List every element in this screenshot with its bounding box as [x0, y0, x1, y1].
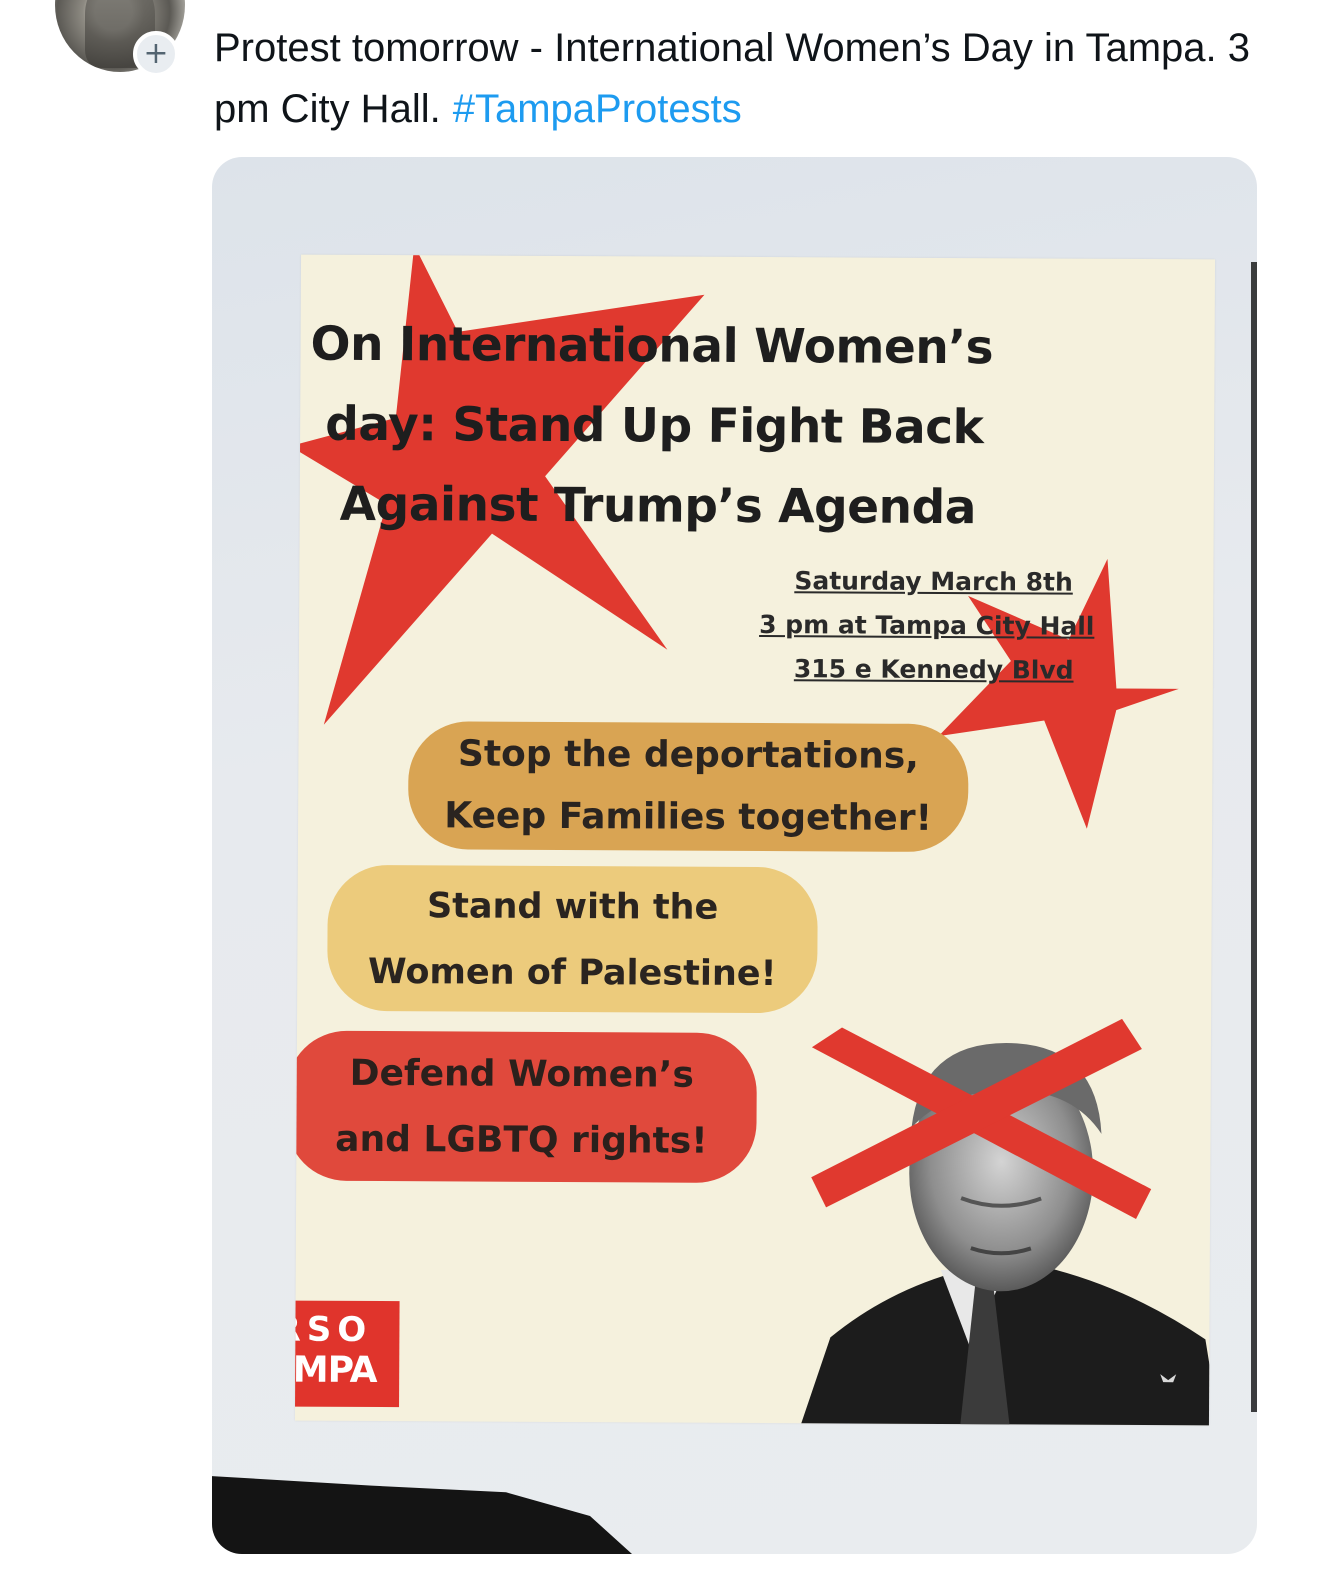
slogan-pill: Defend Women’s and LGBTQ rights!: [294, 1030, 757, 1184]
event-time-place: 3 pm at Tampa City Hall: [759, 610, 1095, 641]
cropped-username-line: [300, 0, 860, 4]
slogan-line: Women of Palestine!: [367, 951, 777, 995]
event-details: Saturday March 8th 3 pm at Tampa City Ha…: [759, 559, 1160, 693]
post-image[interactable]: On International Women’s day: Stand Up F…: [212, 157, 1257, 1554]
slogan-line: Defend Women’s: [349, 1052, 694, 1096]
flyer-headline: On International Women’s day: Stand Up F…: [310, 305, 1111, 549]
photo-edge: [1251, 262, 1257, 1412]
hashtag-link[interactable]: #TampaProtests: [453, 87, 742, 131]
protest-flyer: On International Women’s day: Stand Up F…: [294, 254, 1216, 1426]
headline-line: On International Women’s: [310, 316, 994, 376]
slogan-pill: Stop the deportations, Keep Families tog…: [407, 721, 969, 853]
slogan-pill: Stand with the Women of Palestine!: [327, 864, 818, 1014]
slogan-line: and LGBTQ rights!: [335, 1118, 708, 1162]
slogan-line: Keep Families together!: [444, 795, 933, 839]
frso-logo: FRSO TAMPA: [294, 1300, 400, 1408]
slogan-line: Stop the deportations,: [457, 733, 920, 777]
slogan-line: Stand with the: [426, 886, 719, 928]
crossed-out-portrait: [799, 1018, 1216, 1426]
event-date: Saturday March 8th: [794, 566, 1073, 597]
post-text: Protest tomorrow - International Women’s…: [214, 18, 1294, 140]
logo-line: FRSO: [294, 1309, 373, 1351]
event-address: 315 e Kennedy Blvd: [793, 654, 1074, 685]
headline-line: day: Stand Up Fight Back: [325, 396, 984, 456]
desk-shadow: [212, 1476, 632, 1554]
follow-plus-icon[interactable]: +: [133, 31, 179, 77]
headline-line: Against Trump’s Agenda: [339, 476, 977, 536]
logo-line: TAMPA: [294, 1349, 377, 1392]
